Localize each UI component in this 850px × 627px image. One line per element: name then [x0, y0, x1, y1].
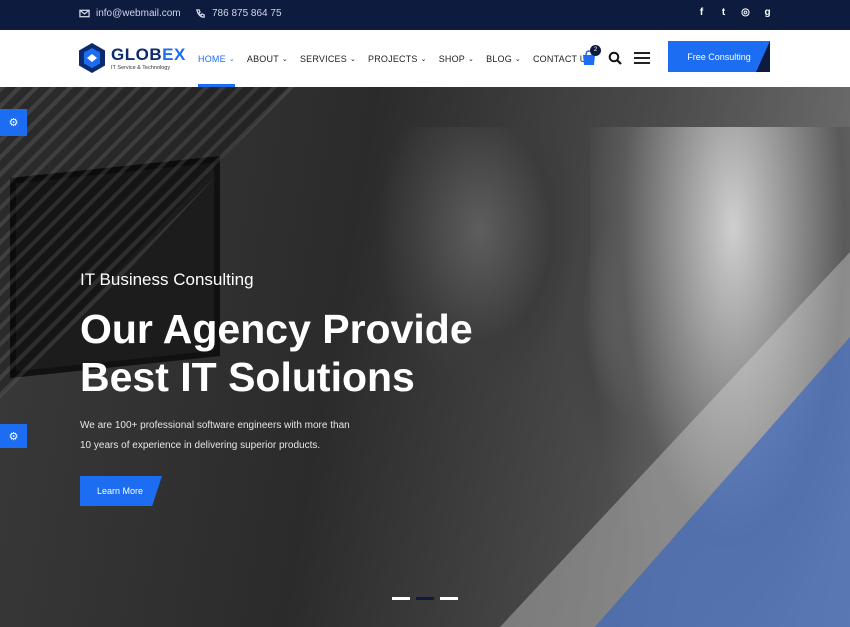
slide-dot[interactable] [440, 597, 458, 600]
dribbble-icon[interactable]: ◎ [741, 7, 750, 18]
main-nav: HOME ⌄ ABOUT ⌄ SERVICES ⌄ PROJECTS ⌄ SHOP ⌄ B… [198, 30, 605, 87]
site-logo[interactable]: GLOBEX IT Service & Technology [78, 42, 186, 74]
topbar-phone[interactable]: 786 875 864 75 [195, 8, 282, 19]
hero-slider: ⚙ ⚙ IT Business Consulting Our Agency Pr… [0, 87, 850, 627]
hero-description: We are 100+ professional software engine… [80, 420, 350, 451]
chevron-down-icon: ⌄ [281, 55, 288, 63]
hero-title: Our Agency Provide Best IT Solutions [80, 306, 473, 400]
google-icon[interactable]: g [763, 7, 772, 18]
settings-gear-icon[interactable]: ⚙ [0, 424, 27, 448]
logo-name: GLOBEX [111, 44, 186, 64]
slide-dot-active[interactable] [416, 597, 434, 600]
chevron-down-icon: ⌄ [228, 55, 235, 63]
main-header: GLOBEX IT Service & Technology HOME ⌄ ABO… [0, 30, 850, 87]
nav-shop[interactable]: SHOP ⌄ [439, 30, 486, 87]
topbar-email[interactable]: info@webmail.com [79, 8, 181, 19]
nav-home[interactable]: HOME ⌄ [198, 30, 247, 87]
nav-about[interactable]: ABOUT ⌄ [247, 30, 300, 87]
chevron-down-icon: ⌄ [349, 55, 357, 63]
phone-icon [196, 9, 205, 18]
top-bar: info@webmail.com 786 875 864 75 f t ◎ g [0, 0, 850, 30]
twitter-icon[interactable]: t [719, 7, 728, 18]
hero-subtitle: IT Business Consulting [80, 270, 254, 289]
logo-tagline: IT Service & Technology [111, 64, 171, 71]
logo-hexagon-icon [79, 43, 105, 73]
chevron-down-icon: ⌄ [468, 55, 475, 63]
nav-services[interactable]: SERVICES ⌄ [300, 30, 368, 87]
phone-text: 786 875 864 75 [212, 8, 282, 19]
slide-dot[interactable] [392, 597, 410, 600]
menu-hamburger-icon[interactable] [634, 52, 650, 64]
learn-more-button[interactable]: Learn More [80, 476, 162, 506]
chevron-down-icon: ⌄ [420, 55, 427, 63]
envelope-icon [79, 9, 90, 18]
nav-blog[interactable]: BLOG ⌄ [486, 30, 533, 87]
social-links: f t ◎ g [697, 7, 772, 18]
slider-pagination [392, 597, 458, 600]
search-icon[interactable] [608, 51, 622, 65]
nav-projects[interactable]: PROJECTS ⌄ [368, 30, 439, 87]
free-consulting-button[interactable]: Free Consulting [668, 41, 770, 72]
cart-count-badge: 2 [590, 45, 601, 56]
chevron-down-icon: ⌄ [514, 55, 521, 63]
email-text: info@webmail.com [96, 8, 181, 19]
settings-gear-icon[interactable]: ⚙ [0, 109, 27, 136]
facebook-icon[interactable]: f [697, 7, 706, 18]
